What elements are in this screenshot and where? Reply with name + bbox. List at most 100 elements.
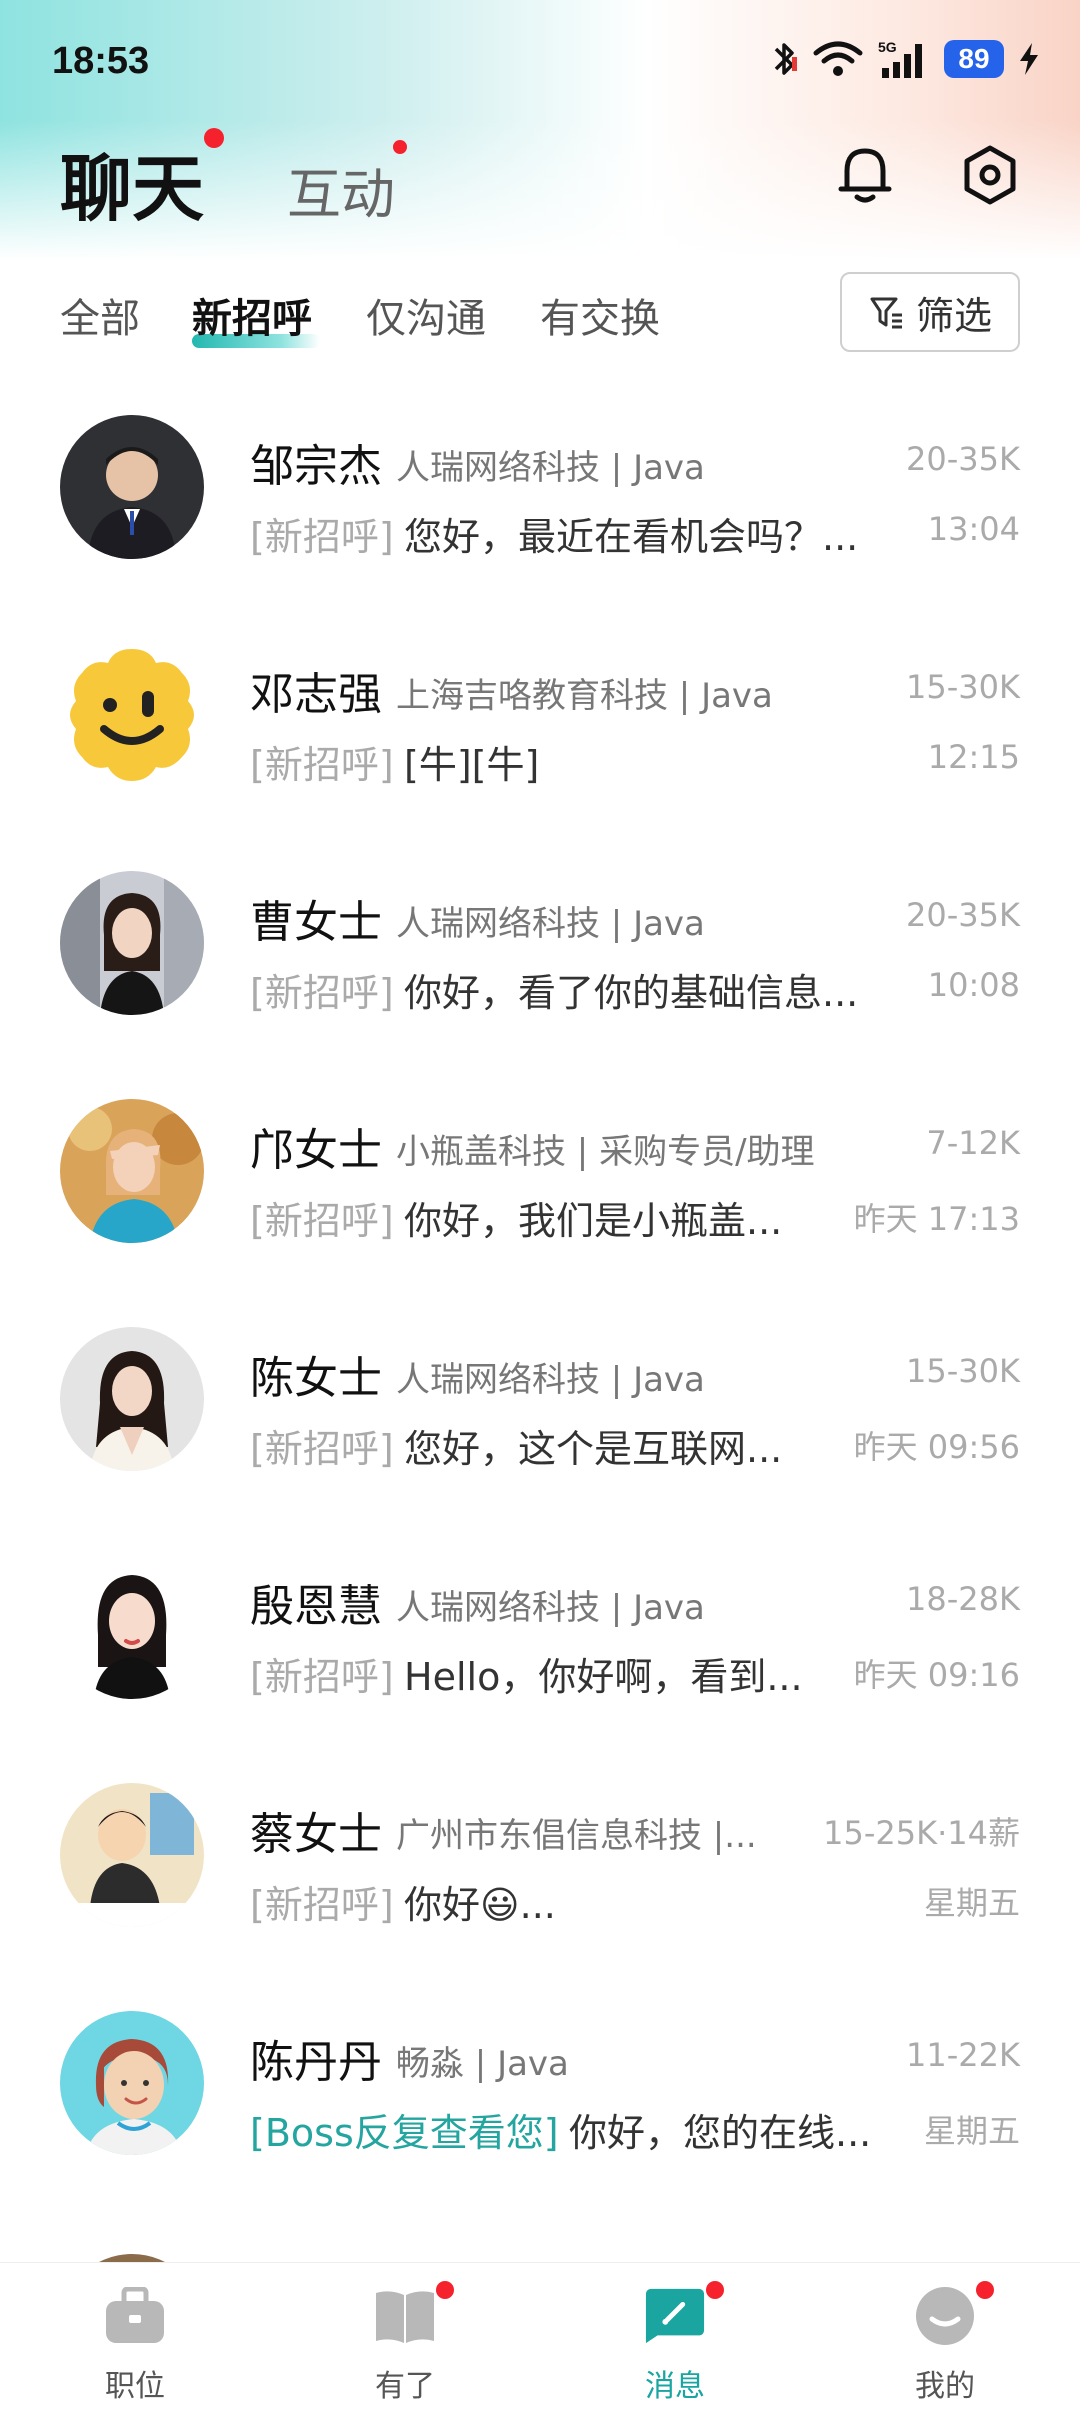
salary: 18-28K: [906, 1580, 1020, 1618]
message-tag: [新招呼]: [250, 1199, 394, 1243]
avatar: [60, 1327, 204, 1471]
settings-button[interactable]: [955, 140, 1025, 210]
message-time: 昨天 09:16: [853, 1656, 1020, 1694]
message-icon: [644, 2285, 706, 2347]
mine-unread-dot: [976, 2281, 994, 2299]
salary: 7-12K: [926, 1124, 1020, 1162]
profile-icon: [914, 2285, 976, 2347]
interact-unread-dot: [393, 140, 407, 154]
filter-tab-exchanged[interactable]: 有交换: [540, 286, 660, 344]
filter-button[interactable]: 筛选: [840, 272, 1020, 352]
contact-name: 曹女士: [250, 897, 382, 948]
chat-item[interactable]: 曹女士 人瑞网络科技 | Java 20-35K [新招呼] 你好，看了你的基础…: [0, 846, 1080, 1074]
message-preview: [牛][牛]: [404, 743, 540, 787]
avatar: [60, 1783, 204, 1927]
chat-item-partial: [0, 2214, 1080, 2264]
company-position: 人瑞网络科技 | Java: [396, 1360, 705, 1400]
gear-icon: [964, 145, 1016, 205]
message-preview: 你好😃...: [404, 1883, 556, 1927]
company-position: 畅淼 | Java: [396, 2044, 569, 2084]
salary: 20-35K: [906, 440, 1020, 478]
messages-unread-dot: [706, 2281, 724, 2299]
filter-tab-chat-only[interactable]: 仅沟通: [366, 286, 486, 344]
filter-button-label: 筛选: [915, 293, 992, 338]
nav-label: 有了: [375, 2369, 435, 2404]
message-time: 星期五: [923, 2112, 1020, 2150]
message-time: 昨天 09:56: [853, 1428, 1020, 1466]
salary: 15-25K·14薪: [823, 1814, 1020, 1852]
nav-label: 我的: [915, 2369, 975, 2404]
message-tag: [新招呼]: [250, 515, 394, 559]
contact-name: 蔡女士: [250, 1809, 382, 1860]
message-time: 13:04: [927, 510, 1020, 548]
nav-label: 职位: [105, 2369, 165, 2404]
company-position: 人瑞网络科技 | Java: [396, 448, 705, 488]
chat-unread-dot: [204, 128, 224, 148]
avatar: [60, 1555, 204, 1699]
contact-name: 陈丹丹: [250, 2037, 382, 2088]
nav-messages[interactable]: 消息: [540, 2263, 810, 2412]
message-time: 10:08: [927, 966, 1020, 1004]
status-icons: 5G 89: [770, 38, 1040, 80]
message-time: 星期五: [923, 1884, 1020, 1922]
cellular-signal-icon: 5G: [878, 38, 930, 80]
bottom-navigation: 职位 有了 消息 我的: [0, 2262, 1080, 2412]
chat-item[interactable]: 殷恩慧 人瑞网络科技 | Java 18-28K [新招呼] Hello，你好啊…: [0, 1530, 1080, 1758]
contact-name: 邹宗杰: [250, 441, 382, 492]
message-preview: 您好，这个是互联网...: [404, 1427, 783, 1471]
youle-unread-dot: [436, 2281, 454, 2299]
svg-text:5G: 5G: [878, 39, 897, 55]
filter-tab-new-greeting[interactable]: 新招呼: [192, 286, 312, 344]
company-position: 上海吉咯教育科技 | Java: [396, 676, 773, 716]
contact-name: 邓志强: [250, 669, 382, 720]
message-preview: 您好，最近在看机会吗？...: [404, 515, 859, 559]
status-bar: 18:53 5G 89: [0, 0, 1080, 120]
company-position: 人瑞网络科技 | Java: [396, 1588, 705, 1628]
filter-tab-all[interactable]: 全部: [60, 286, 140, 344]
message-tag: [新招呼]: [250, 1427, 394, 1471]
message-time: 12:15: [927, 738, 1020, 776]
wifi-icon: [812, 39, 864, 79]
book-icon: [374, 2285, 436, 2347]
salary: 15-30K: [906, 1352, 1020, 1390]
avatar: [60, 2011, 204, 2155]
nav-label: 消息: [645, 2369, 705, 2404]
nav-youle[interactable]: 有了: [270, 2263, 540, 2412]
salary: 20-35K: [906, 896, 1020, 934]
message-tag: [新招呼]: [250, 971, 394, 1015]
message-tag: [Boss反复查看您]: [250, 2111, 559, 2155]
message-preview: 你好，您的在线...: [569, 2111, 872, 2155]
avatar: [60, 415, 204, 559]
message-preview: 你好，我们是小瓶盖...: [404, 1199, 783, 1243]
salary: 11-22K: [906, 2036, 1020, 2074]
chat-item[interactable]: 邝女士 小瓶盖科技 | 采购专员/助理 7-12K [新招呼] 你好，我们是小瓶…: [0, 1074, 1080, 1302]
chat-item[interactable]: 陈丹丹 畅淼 | Java 11-22K [Boss反复查看您] 你好，您的在线…: [0, 1986, 1080, 2214]
battery-indicator: 89: [944, 40, 1004, 78]
message-preview: Hello，你好啊，看到...: [404, 1655, 803, 1699]
filter-icon: [870, 297, 902, 329]
message-time: 昨天 17:13: [853, 1200, 1020, 1238]
chat-item[interactable]: 陈女士 人瑞网络科技 | Java 15-30K [新招呼] 您好，这个是互联网…: [0, 1302, 1080, 1530]
nav-jobs[interactable]: 职位: [0, 2263, 270, 2412]
briefcase-icon: [104, 2285, 166, 2347]
chat-item[interactable]: 邓志强 上海吉咯教育科技 | Java 15-30K [新招呼] [牛][牛] …: [0, 618, 1080, 846]
contact-name: 邝女士: [250, 1125, 382, 1176]
notification-button[interactable]: [830, 140, 900, 210]
status-time: 18:53: [52, 40, 150, 82]
contact-name: 殷恩慧: [250, 1581, 382, 1632]
chat-item[interactable]: 邹宗杰 人瑞网络科技 | Java 20-35K [新招呼] 您好，最近在看机会…: [0, 390, 1080, 618]
avatar: [60, 871, 204, 1015]
tab-chat[interactable]: 聊天: [60, 130, 204, 235]
bell-icon: [838, 148, 892, 203]
filter-tabs: 全部 新招呼 仅沟通 有交换 筛选: [0, 270, 1080, 360]
top-header: 聊天 互动: [0, 120, 1080, 240]
message-tag: [新招呼]: [250, 1655, 394, 1699]
nav-mine[interactable]: 我的: [810, 2263, 1080, 2412]
contact-name: 陈女士: [250, 1353, 382, 1404]
message-tag: [新招呼]: [250, 1883, 394, 1927]
chat-item[interactable]: 蔡女士 广州市东倡信息科技 |... 15-25K·14薪 [新招呼] 你好😃.…: [0, 1758, 1080, 1986]
salary: 15-30K: [906, 668, 1020, 706]
tab-interact[interactable]: 互动: [287, 150, 395, 229]
charging-icon: [1018, 41, 1040, 77]
message-tag: [新招呼]: [250, 743, 394, 787]
